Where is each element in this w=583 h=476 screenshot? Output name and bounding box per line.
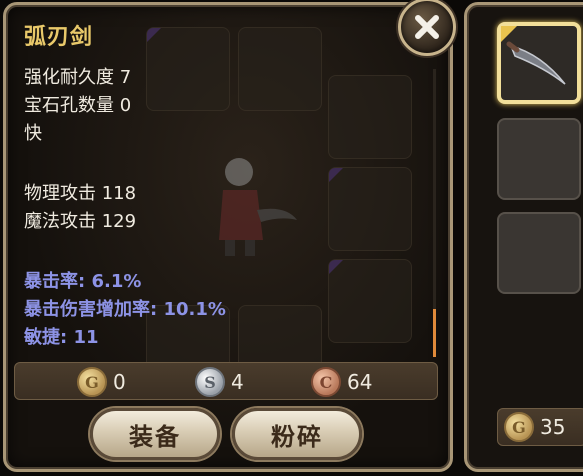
magic-attack-stat: 魔法攻击 129 [24,211,137,232]
silver-amount: 4 [231,370,244,394]
stats-scrollbar[interactable] [433,69,436,357]
gold-coin-icon: G [504,412,534,442]
copper-price: C 64 [311,367,372,397]
close-icon [415,15,439,39]
inventory-slot-empty-1[interactable] [497,118,581,200]
equipment-slot-head [146,27,230,111]
gold-coin-icon: G [77,367,107,397]
bonus-crit-rate: 暴击率: 6.1% [24,271,142,292]
inventory-slot-selected[interactable] [497,22,581,104]
scrollbar-thumb[interactable] [433,309,436,357]
copper-coin-icon: C [311,367,341,397]
copper-amount: 64 [347,370,373,394]
socket-count-stat: 宝石孔数量 0 [24,95,132,116]
sell-price-bar: G 0 S 4 C 64 [14,362,438,400]
speed-stat: 快 [24,123,42,144]
item-detail-panel: 弧刃剑 强化耐久度 7 宝石孔数量 0 快 物理攻击 118 魔法攻击 129 … [3,2,453,472]
equipment-slot-amulet [238,27,322,111]
silver-coin-icon: S [195,367,225,397]
bonus-agility: 敏捷: 11 [24,327,99,348]
inventory-slot-empty-2[interactable] [497,212,581,294]
player-gold-amount: 35 [540,415,566,439]
bonus-crit-damage: 暴击伤害增加率: 10.1% [24,299,226,320]
durability-stat: 强化耐久度 7 [24,67,132,88]
character-silhouette-image [219,158,297,256]
smash-button[interactable]: 粉碎 [232,408,362,460]
equip-button[interactable]: 装备 [90,408,220,460]
equipment-slot-weapon [328,259,412,343]
gold-amount: 0 [113,370,126,394]
close-button[interactable] [398,0,456,56]
gold-price: G 0 [77,367,126,397]
equipment-slot-chest [328,167,412,251]
item-name: 弧刃剑 [24,25,94,50]
silver-price: S 4 [195,367,244,397]
rarity-corner [501,26,517,42]
equipment-slot-ring [328,75,412,159]
physical-attack-stat: 物理攻击 118 [24,183,137,204]
player-gold-display: G 35 [497,408,583,446]
